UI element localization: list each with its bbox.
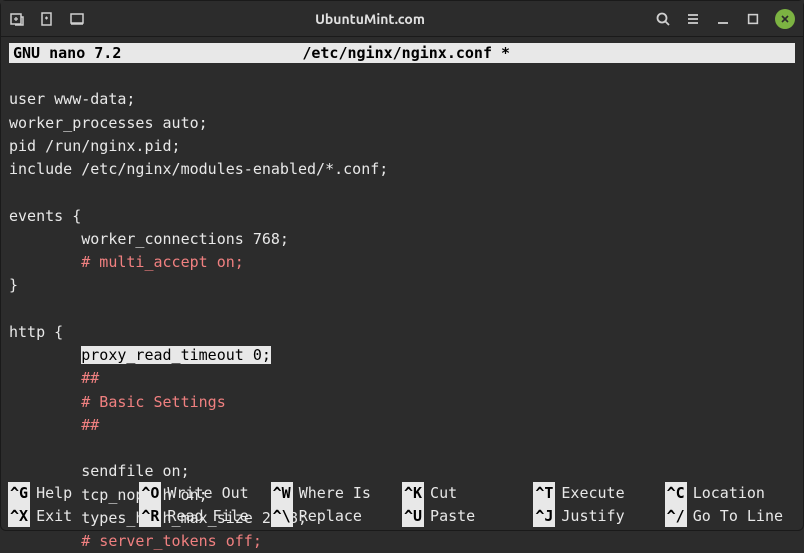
code-line: } bbox=[9, 276, 18, 294]
shortcut-label: Justify bbox=[561, 505, 624, 528]
code-comment: # multi_accept on; bbox=[81, 253, 244, 271]
nano-header-bar: GNU nano 7.2 /etc/nginx/nginx.conf * bbox=[9, 43, 795, 63]
shortcut-readfile[interactable]: ^RRead File bbox=[139, 505, 270, 528]
shortcut-justify[interactable]: ^JJustify bbox=[533, 505, 664, 528]
shortcut-label: Help bbox=[36, 482, 72, 505]
shortcut-label: Where Is bbox=[299, 482, 371, 505]
shortcut-label: Paste bbox=[430, 505, 475, 528]
new-tab-icon[interactable] bbox=[9, 11, 25, 27]
window-titlebar: UbuntuMint.com bbox=[1, 1, 803, 37]
shortcut-location[interactable]: ^CLocation bbox=[665, 482, 796, 505]
shortcut-execute[interactable]: ^TExecute bbox=[533, 482, 664, 505]
code-comment: ## bbox=[81, 369, 99, 387]
terminal-icon[interactable] bbox=[69, 11, 85, 27]
search-icon[interactable] bbox=[655, 11, 671, 27]
titlebar-right-icons bbox=[655, 9, 795, 29]
nano-app-name: GNU nano 7.2 bbox=[13, 44, 141, 62]
minimize-icon[interactable] bbox=[715, 11, 731, 27]
maximize-icon[interactable] bbox=[745, 11, 761, 27]
code-line: pid /run/nginx.pid; bbox=[9, 137, 181, 155]
shortcut-label: Cut bbox=[430, 482, 457, 505]
shortcut-replace[interactable]: ^\Replace bbox=[271, 505, 402, 528]
nano-shortcuts-bar: ^GHelp ^OWrite Out ^WWhere Is ^KCut ^TEx… bbox=[8, 482, 796, 527]
close-icon[interactable] bbox=[775, 9, 795, 29]
code-line: http { bbox=[9, 323, 63, 341]
code-highlighted-line: proxy_read_timeout 0; bbox=[81, 346, 271, 364]
shortcut-paste[interactable]: ^UPaste bbox=[402, 505, 533, 528]
menu-icon[interactable] bbox=[685, 11, 701, 27]
shortcut-label: Read File bbox=[167, 505, 248, 528]
titlebar-left-icons bbox=[9, 11, 85, 27]
code-line: user www-data; bbox=[9, 90, 135, 108]
code-line: worker_connections 768; bbox=[81, 230, 289, 248]
shortcut-label: Write Out bbox=[167, 482, 248, 505]
shortcut-gotoline[interactable]: ^/Go To Line bbox=[665, 505, 796, 528]
shortcut-label: Exit bbox=[36, 505, 72, 528]
window-title: UbuntuMint.com bbox=[85, 11, 655, 27]
editor-content[interactable]: user www-data; worker_processes auto; pi… bbox=[1, 63, 803, 553]
code-line: sendfile on; bbox=[81, 462, 189, 480]
code-line: worker_processes auto; bbox=[9, 114, 208, 132]
shortcut-label: Location bbox=[693, 482, 765, 505]
code-comment: # server_tokens off; bbox=[81, 532, 262, 550]
shortcut-help[interactable]: ^GHelp bbox=[8, 482, 139, 505]
code-line: include /etc/nginx/modules-enabled/*.con… bbox=[9, 160, 388, 178]
nano-filename: /etc/nginx/nginx.conf * bbox=[141, 44, 791, 62]
shortcut-exit[interactable]: ^XExit bbox=[8, 505, 139, 528]
shortcut-writeout[interactable]: ^OWrite Out bbox=[139, 482, 270, 505]
shortcut-whereis[interactable]: ^WWhere Is bbox=[271, 482, 402, 505]
shortcut-label: Replace bbox=[299, 505, 362, 528]
new-window-icon[interactable] bbox=[39, 11, 55, 27]
shortcut-label: Execute bbox=[561, 482, 624, 505]
code-line: events { bbox=[9, 207, 81, 225]
shortcut-cut[interactable]: ^KCut bbox=[402, 482, 533, 505]
code-comment: ## bbox=[81, 416, 99, 434]
shortcut-label: Go To Line bbox=[693, 505, 783, 528]
code-comment: # Basic Settings bbox=[81, 393, 226, 411]
